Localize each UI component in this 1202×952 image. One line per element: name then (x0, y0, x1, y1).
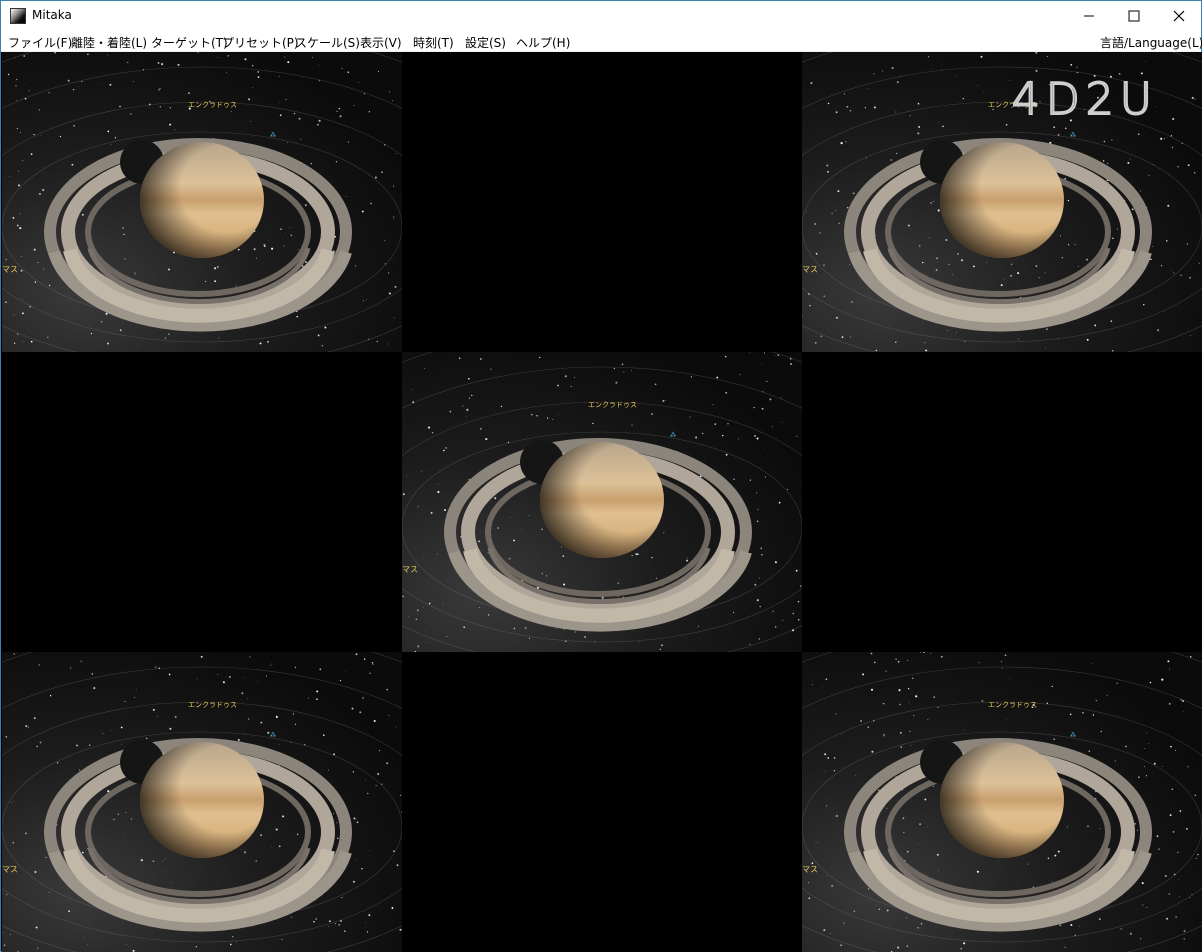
saturn-globe (140, 742, 264, 858)
moon-label-edge[interactable]: マス (802, 264, 818, 275)
saturn-scene (2, 652, 402, 952)
view-tile: エンクラドゥス ⁂ マス (802, 652, 1202, 952)
title-bar[interactable]: Mitaka (1, 1, 1201, 31)
menu-takeoff-landing[interactable]: 離陸・着陸(L) (71, 34, 147, 51)
saturn-globe (940, 742, 1064, 858)
saturn-globe (940, 142, 1064, 258)
moon-marker-icon: ⁂ (270, 132, 276, 139)
moon-label-enceladus[interactable]: エンクラドゥス (188, 700, 237, 710)
moon-label-edge[interactable]: マス (2, 864, 18, 875)
moon-label-enceladus[interactable]: エンクラドゥス (188, 100, 237, 110)
moon-marker-icon: ⁂ (670, 432, 676, 439)
maximize-icon (1128, 10, 1139, 22)
moon-label-edge[interactable]: マス (402, 564, 418, 575)
saturn-scene (2, 52, 402, 352)
view-tile: エンクラドゥス ⁂ マス (2, 652, 402, 952)
menu-language[interactable]: 言語/Language(L) (1100, 34, 1202, 51)
view-tile: エンクラドゥス ⁂ マス (402, 352, 802, 652)
window-title: Mitaka (32, 8, 72, 22)
moon-marker-icon: ⁂ (1070, 132, 1076, 139)
moon-marker-icon: ⁂ (270, 732, 276, 739)
saturn-globe (540, 442, 664, 558)
menu-preset[interactable]: プリセット(P) (222, 34, 299, 51)
moon-marker-icon: ⁂ (1070, 732, 1076, 739)
saturn-scene (802, 652, 1202, 952)
menu-scale[interactable]: スケール(S) (295, 34, 360, 51)
menu-help[interactable]: ヘルプ(H) (516, 34, 570, 51)
moon-label-enceladus[interactable]: エンクラドゥス (588, 400, 637, 410)
moon-label-edge[interactable]: マス (2, 264, 18, 275)
saturn-scene (402, 352, 802, 652)
menu-view[interactable]: 表示(V) (360, 34, 402, 51)
maximize-button[interactable] (1111, 1, 1156, 31)
app-window: Mitaka ファイル(F) 離陸・着陸(L) ターゲット(T) プリセット(P… (0, 0, 1202, 952)
mitaka-app-icon (10, 8, 26, 24)
4d2u-logo: 4D2U (1011, 73, 1158, 126)
minimize-button[interactable] (1066, 1, 1111, 31)
menu-target[interactable]: ターゲット(T) (151, 34, 228, 51)
moon-label-enceladus[interactable]: エンクラドゥス (988, 700, 1037, 710)
menu-file[interactable]: ファイル(F) (8, 34, 72, 51)
menu-bar: ファイル(F) 離陸・着陸(L) ターゲット(T) プリセット(P) スケール(… (1, 31, 1202, 52)
close-button[interactable] (1156, 1, 1201, 31)
view-tile: エンクラドゥス ⁂ マス 4D2U (802, 52, 1202, 352)
menu-settings[interactable]: 設定(S) (465, 34, 506, 51)
menu-time[interactable]: 時刻(T) (413, 34, 454, 51)
saturn-globe (140, 142, 264, 258)
moon-label-edge[interactable]: マス (802, 864, 818, 875)
minimize-icon (1083, 15, 1094, 17)
render-viewport[interactable]: エンクラドゥス ⁂ マス エンクラドゥス ⁂ マス 4D2U エンクラドゥス ⁂ マス エンクラドゥ… (2, 52, 1202, 952)
close-icon (1173, 10, 1184, 22)
view-tile: エンクラドゥス ⁂ マス (2, 52, 402, 352)
